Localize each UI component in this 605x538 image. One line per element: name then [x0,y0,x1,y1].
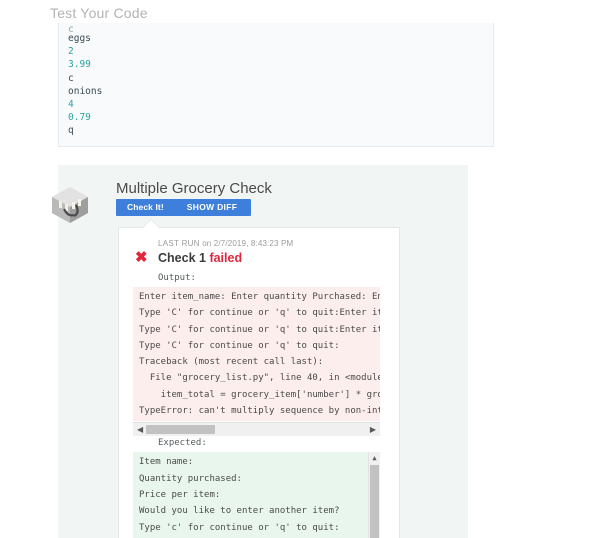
code-line: 0.79 [68,112,91,124]
output-line: Type 'C' for continue or 'q' to quit:Ent… [139,324,380,335]
output-line: Traceback (most recent call last): [139,357,324,368]
expected-line: Quantity purchased: [139,473,242,484]
scroll-up-arrow-icon[interactable]: ▲ [369,452,380,464]
code-line: c [68,72,74,84]
code-line: c [68,25,74,32]
output-line: Enter item_name: Enter quantity Purchase… [139,292,380,302]
cube-icon [48,183,92,227]
show-diff-button[interactable]: SHOW DIFF [175,199,251,216]
check-status-prefix: Check 1 [158,251,206,265]
output-line: item_total = grocery_item['number'] * gr… [139,389,380,400]
expected-line: Would you like to enter another item? [139,506,340,517]
output-scroll-thumb[interactable] [146,425,215,435]
expected-label: Expected: [158,438,207,449]
page-title: Test Your Code [50,5,148,21]
output-line: Type 'C' for continue or 'q' to quit:Ent… [139,308,380,319]
code-output-lines: c eggs 2 3.99 c onions 4 0.79 q [59,23,493,138]
last-run-label: LAST RUN [158,239,200,248]
code-line: q [68,125,74,137]
check-it-button[interactable]: Check It! [116,199,175,216]
code-line: eggs [68,33,91,44]
check-status: Check 1 failed [158,251,389,265]
code-output-panel[interactable]: c eggs 2 3.99 c onions 4 0.79 q [58,23,494,147]
check-title: Multiple Grocery Check [116,180,272,197]
last-run-timestamp: 2/7/2019, 8:43:23 PM [213,239,294,248]
expected-line: Item name: [139,457,194,468]
panel-pointer [143,220,159,228]
check-action-bar: Check It! SHOW DIFF [116,199,252,216]
output-line: File "grocery_list.py", line 40, in <mod… [139,373,380,384]
check-result-panel: ✖ LAST RUN on 2/7/2019, 8:43:23 PM Check… [118,227,400,538]
output-label: Output: [158,273,196,283]
output-horizontal-scrollbar[interactable]: ◀ ▶ [133,422,380,437]
scroll-right-arrow-icon[interactable]: ▶ [366,423,380,436]
code-line: 2 [68,46,74,58]
output-line: Type 'C' for continue or 'q' to quit: [139,340,340,351]
x-mark-icon: ✖ [135,249,148,266]
check-status-word: failed [209,251,243,265]
code-line: 4 [68,98,74,110]
output-block[interactable]: Enter item_name: Enter quantity Purchase… [133,287,380,422]
code-line: 3.99 [68,59,91,71]
code-line: onions [68,85,103,97]
expected-line: Price per item: [139,489,221,500]
expected-line: Type 'c' for continue or 'q' to quit: [139,522,340,533]
output-line: TypeError: can't multiply sequence by no… [139,406,380,417]
last-run-line: LAST RUN on 2/7/2019, 8:43:23 PM [158,239,389,248]
last-run-on: on [202,239,212,248]
expected-scroll-thumb[interactable] [370,465,379,538]
expected-vertical-scrollbar[interactable]: ▲ [368,452,380,538]
expected-block[interactable]: Item name: Quantity purchased: Price per… [133,452,380,538]
